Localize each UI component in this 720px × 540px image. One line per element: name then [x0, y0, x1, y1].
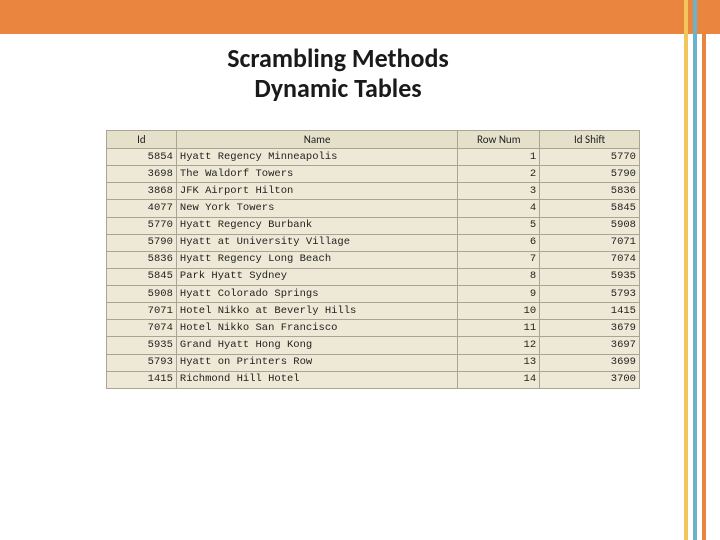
cell-idshift: 3699 — [540, 354, 640, 371]
col-header-idshift: Id Shift — [540, 131, 640, 149]
table-row: 5793Hyatt on Printers Row133699 — [107, 354, 640, 371]
cell-name: Hyatt Colorado Springs — [176, 286, 457, 303]
cell-idshift: 7074 — [540, 251, 640, 268]
cell-rownum: 13 — [458, 354, 540, 371]
table-row: 3868JFK Airport Hilton35836 — [107, 183, 640, 200]
cell-rownum: 9 — [458, 286, 540, 303]
cell-name: Hotel Nikko at Beverly Hills — [176, 303, 457, 320]
side-accent-blue — [693, 0, 697, 540]
cell-rownum: 2 — [458, 166, 540, 183]
slide-title: Scrambling Methods Dynamic Tables — [0, 44, 676, 104]
cell-idshift: 5793 — [540, 286, 640, 303]
cell-name: Hotel Nikko San Francisco — [176, 320, 457, 337]
cell-name: Park Hyatt Sydney — [176, 268, 457, 285]
table-row: 7071Hotel Nikko at Beverly Hills101415 — [107, 303, 640, 320]
cell-rownum: 7 — [458, 251, 540, 268]
cell-id: 3698 — [107, 166, 177, 183]
cell-idshift: 5836 — [540, 183, 640, 200]
cell-idshift: 5935 — [540, 268, 640, 285]
cell-id: 7074 — [107, 320, 177, 337]
col-header-id: Id — [107, 131, 177, 149]
cell-id: 4077 — [107, 200, 177, 217]
cell-id: 5793 — [107, 354, 177, 371]
cell-name: Hyatt Regency Long Beach — [176, 251, 457, 268]
cell-rownum: 4 — [458, 200, 540, 217]
cell-name: Hyatt Regency Burbank — [176, 217, 457, 234]
cell-id: 5908 — [107, 286, 177, 303]
cell-idshift: 1415 — [540, 303, 640, 320]
table-row: 5908Hyatt Colorado Springs95793 — [107, 286, 640, 303]
cell-id: 5935 — [107, 337, 177, 354]
table-row: 4077New York Towers45845 — [107, 200, 640, 217]
cell-idshift: 3679 — [540, 320, 640, 337]
cell-rownum: 8 — [458, 268, 540, 285]
col-header-rownum: Row Num — [458, 131, 540, 149]
cell-rownum: 12 — [458, 337, 540, 354]
table-body: 5854Hyatt Regency Minneapolis157703698Th… — [107, 149, 640, 389]
side-accent-yellow — [684, 0, 688, 540]
cell-id: 1415 — [107, 371, 177, 388]
cell-idshift: 5770 — [540, 149, 640, 166]
cell-idshift: 3700 — [540, 371, 640, 388]
table-row: 5770Hyatt Regency Burbank55908 — [107, 217, 640, 234]
cell-idshift: 5908 — [540, 217, 640, 234]
table-row: 1415Richmond Hill Hotel143700 — [107, 371, 640, 388]
cell-name: Hyatt Regency Minneapolis — [176, 149, 457, 166]
cell-id: 5770 — [107, 217, 177, 234]
table-row: 5836Hyatt Regency Long Beach77074 — [107, 251, 640, 268]
slide: Scrambling Methods Dynamic Tables Id Nam… — [0, 0, 720, 540]
cell-rownum: 14 — [458, 371, 540, 388]
cell-name: JFK Airport Hilton — [176, 183, 457, 200]
table-row: 7074Hotel Nikko San Francisco113679 — [107, 320, 640, 337]
cell-rownum: 1 — [458, 149, 540, 166]
cell-name: Hyatt on Printers Row — [176, 354, 457, 371]
cell-id: 7071 — [107, 303, 177, 320]
title-line-2: Dynamic Tables — [254, 72, 421, 104]
cell-rownum: 11 — [458, 320, 540, 337]
table-container: Id Name Row Num Id Shift 5854Hyatt Regen… — [106, 130, 640, 389]
cell-rownum: 10 — [458, 303, 540, 320]
cell-idshift: 5790 — [540, 166, 640, 183]
cell-name: The Waldorf Towers — [176, 166, 457, 183]
cell-id: 5790 — [107, 234, 177, 251]
cell-id: 5854 — [107, 149, 177, 166]
cell-name: Hyatt at University Village — [176, 234, 457, 251]
cell-rownum: 6 — [458, 234, 540, 251]
cell-idshift: 7071 — [540, 234, 640, 251]
cell-id: 5845 — [107, 268, 177, 285]
table-row: 5854Hyatt Regency Minneapolis15770 — [107, 149, 640, 166]
table-row: 5845Park Hyatt Sydney85935 — [107, 268, 640, 285]
table-header-row: Id Name Row Num Id Shift — [107, 131, 640, 149]
cell-idshift: 5845 — [540, 200, 640, 217]
col-header-name: Name — [176, 131, 457, 149]
table-row: 5935Grand Hyatt Hong Kong123697 — [107, 337, 640, 354]
table-row: 3698The Waldorf Towers25790 — [107, 166, 640, 183]
cell-name: Grand Hyatt Hong Kong — [176, 337, 457, 354]
data-table: Id Name Row Num Id Shift 5854Hyatt Regen… — [106, 130, 640, 389]
cell-rownum: 3 — [458, 183, 540, 200]
cell-name: New York Towers — [176, 200, 457, 217]
title-line-1: Scrambling Methods — [227, 42, 449, 74]
top-accent-bar — [0, 0, 720, 34]
cell-rownum: 5 — [458, 217, 540, 234]
cell-idshift: 3697 — [540, 337, 640, 354]
cell-id: 5836 — [107, 251, 177, 268]
table-row: 5790Hyatt at University Village67071 — [107, 234, 640, 251]
side-accent-orange — [702, 0, 706, 540]
cell-id: 3868 — [107, 183, 177, 200]
cell-name: Richmond Hill Hotel — [176, 371, 457, 388]
